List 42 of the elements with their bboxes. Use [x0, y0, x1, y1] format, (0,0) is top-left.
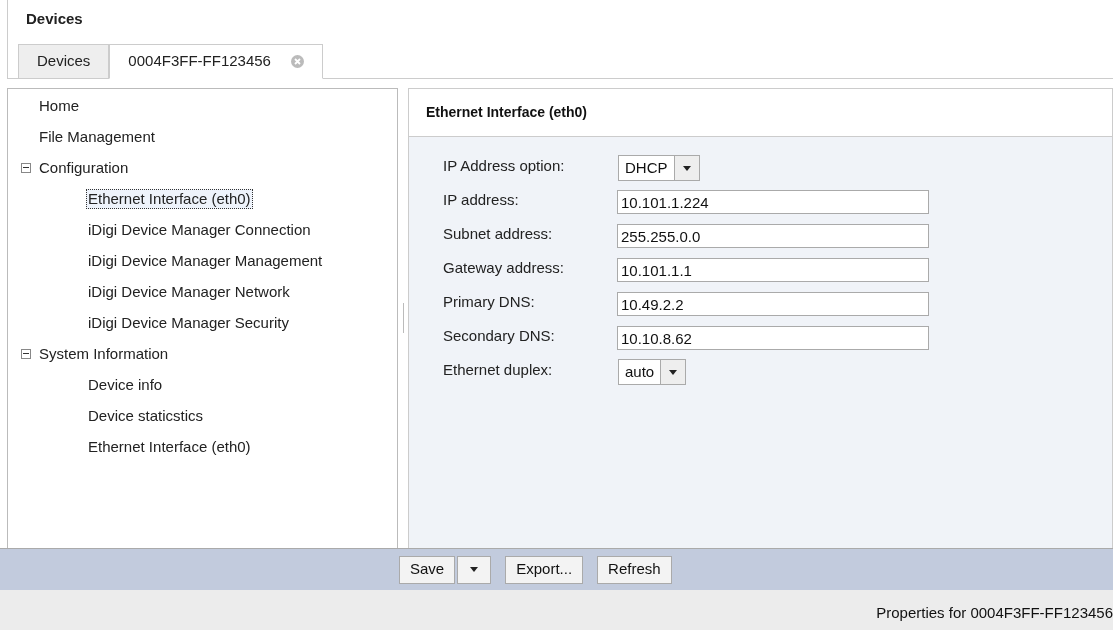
tree-item[interactable]: Configuration — [37, 157, 131, 178]
collapse-toggle[interactable] — [21, 348, 31, 359]
tree-item[interactable]: Device info — [86, 374, 165, 395]
tree-item[interactable]: Device staticstics — [86, 405, 206, 426]
text-field[interactable]: 255.255.0.0 — [617, 224, 929, 248]
status-text: Properties for 0004F3FF-FF123456 — [876, 602, 1113, 623]
dropdown[interactable]: auto — [618, 359, 687, 385]
text-field[interactable]: 10.10.8.62 — [617, 326, 929, 350]
tree-item[interactable]: Home — [37, 95, 81, 116]
tree-item[interactable]: System Information — [37, 343, 171, 364]
tree-item[interactable]: iDigi Device Manager Management — [86, 250, 325, 271]
field-label: Secondary DNS: — [443, 325, 556, 346]
field-label: Subnet address: — [443, 223, 554, 244]
dropdown[interactable]: DHCP — [618, 155, 700, 181]
panel-title: Ethernet Interface (eth0) — [426, 103, 588, 122]
close-icon[interactable] — [290, 55, 304, 68]
dropdown-button[interactable] — [457, 555, 492, 584]
caret-icon — [669, 369, 678, 375]
field-label: IP address: — [443, 189, 520, 210]
splitter-handle[interactable] — [402, 303, 404, 333]
tree-item[interactable]: iDigi Device Manager Security — [86, 312, 291, 333]
field-label: IP Address option: — [443, 155, 566, 176]
save-button[interactable]: Save — [399, 555, 456, 584]
text-field[interactable]: 10.101.1.1 — [617, 258, 929, 282]
text-field[interactable]: 10.49.2.2 — [617, 292, 929, 316]
field-label: Ethernet duplex: — [443, 359, 554, 380]
collapse-toggle[interactable] — [21, 162, 31, 173]
tree-item[interactable]: File Management — [37, 126, 157, 147]
tree-item[interactable]: iDigi Device Manager Network — [86, 281, 292, 302]
toolbar-button[interactable]: Refresh — [597, 555, 672, 584]
caret-icon — [470, 567, 479, 572]
field-label: Gateway address: — [443, 257, 565, 278]
caret-icon — [682, 165, 691, 171]
tree-item[interactable]: Ethernet Interface (eth0) — [86, 436, 253, 457]
tab[interactable]: 0004F3FF-FF123456 — [109, 44, 323, 79]
field-label: Primary DNS: — [443, 291, 536, 312]
tree-item[interactable]: Ethernet Interface (eth0) — [86, 188, 253, 209]
tab[interactable]: Devices — [18, 44, 110, 79]
text-field[interactable]: 10.101.1.224 — [617, 190, 929, 214]
tree-item[interactable]: iDigi Device Manager Connection — [86, 219, 313, 240]
toolbar-button[interactable]: Export... — [505, 555, 584, 584]
page-title: Devices — [26, 8, 83, 29]
